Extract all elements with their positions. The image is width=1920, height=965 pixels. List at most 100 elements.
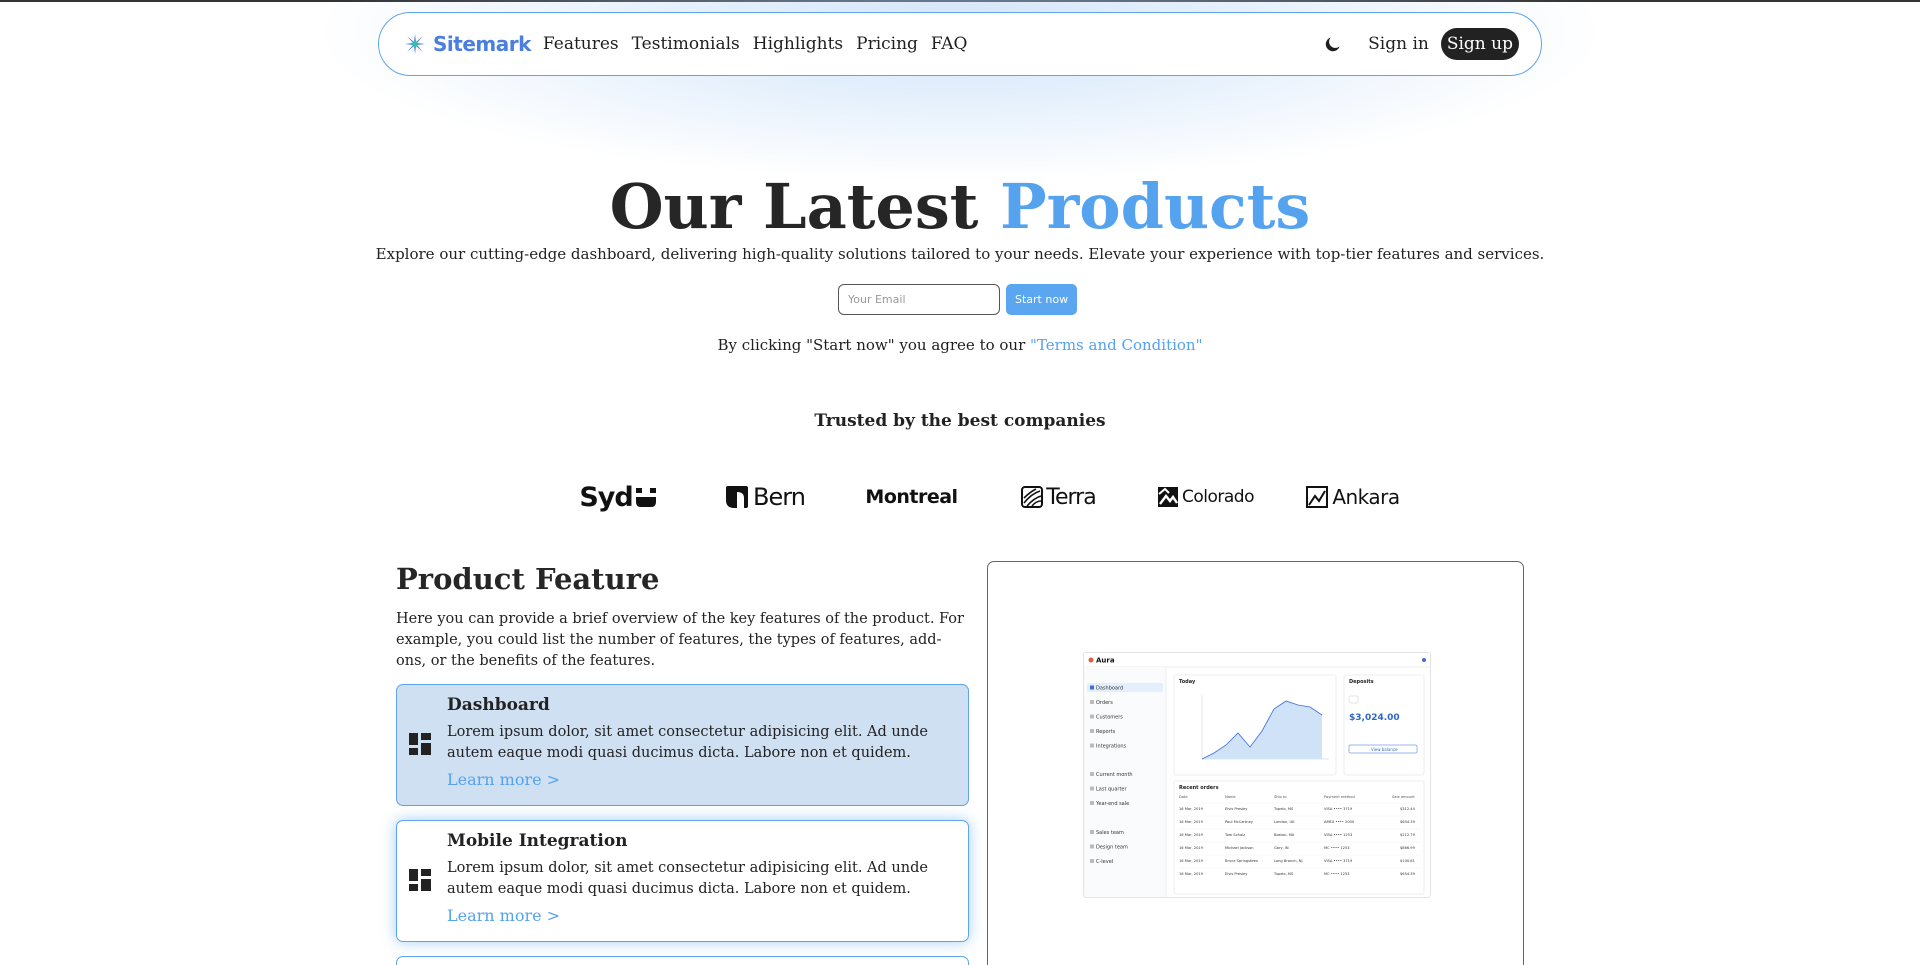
svg-text:Customers: Customers <box>1096 715 1123 721</box>
company-logo-ankara: Ankara <box>1279 480 1426 514</box>
hero-title-main: Our Latest <box>609 170 979 243</box>
feature-card-mobile-integration[interactable]: Mobile Integration Lorem ipsum dolor, si… <box>396 820 969 942</box>
svg-text:AMEX •••• 2000: AMEX •••• 2000 <box>1324 820 1355 824</box>
company-logo-colorado-text: Colorado <box>1182 487 1255 507</box>
svg-text:Elvis Presley: Elvis Presley <box>1225 872 1248 876</box>
feature-card-next[interactable] <box>396 956 969 965</box>
svg-text:$654.39: $654.39 <box>1400 820 1416 824</box>
brand-logo[interactable]: Sitemark <box>403 32 531 56</box>
svg-text:$100.81: $100.81 <box>1400 859 1415 863</box>
svg-text:Design team: Design team <box>1096 845 1128 851</box>
terms-link[interactable]: "Terms and Condition" <box>1030 336 1202 354</box>
svg-text:Paul McCartney: Paul McCartney <box>1225 820 1254 824</box>
feature-card-title: Mobile Integration <box>447 831 628 851</box>
company-logo-colorado: Colorado <box>1132 480 1279 514</box>
svg-text:Gary, IN: Gary, IN <box>1274 846 1289 850</box>
svg-text:View balance: View balance <box>1371 747 1398 752</box>
product-feature-title: Product Feature <box>396 562 660 596</box>
sign-up-button[interactable]: Sign up <box>1440 28 1519 60</box>
svg-text:Elvis Presley: Elvis Presley <box>1225 807 1248 811</box>
syd-mark-icon <box>635 488 656 507</box>
email-signup-form: Start now <box>838 284 1078 315</box>
product-feature-description: Here you can provide a brief overview of… <box>396 611 964 669</box>
svg-text:16 Mar, 2019: 16 Mar, 2019 <box>1179 872 1204 876</box>
brand-name: Sitemark <box>433 32 531 56</box>
terra-mark-icon <box>1021 486 1044 508</box>
bern-mark-icon <box>726 486 749 508</box>
company-logo-bern: Bern <box>691 480 838 514</box>
svg-text:Dashboard: Dashboard <box>1096 686 1123 692</box>
svg-text:Orders: Orders <box>1096 700 1113 706</box>
svg-text:Bruce Springsteen: Bruce Springsteen <box>1225 859 1258 863</box>
svg-text:Last quarter: Last quarter <box>1096 787 1128 793</box>
dashboard-icon <box>409 869 431 895</box>
feature-preview-panel: Aura Dashboard Orders Customers Reports … <box>987 561 1524 965</box>
svg-text:Recent orders: Recent orders <box>1179 785 1219 791</box>
start-now-button[interactable]: Start now <box>1006 284 1078 315</box>
hero-subtitle: Explore our cutting-edge dashboard, deli… <box>375 245 1545 263</box>
dashboard-icon <box>409 733 431 759</box>
dashboard-preview-drawing: Aura Dashboard Orders Customers Reports … <box>1084 653 1430 897</box>
svg-text:Sale amount: Sale amount <box>1392 795 1415 799</box>
svg-text:MC •••• 1253: MC •••• 1253 <box>1324 872 1350 876</box>
svg-text:VISA •••• 3719: VISA •••• 3719 <box>1324 807 1353 811</box>
svg-text:Michael Jackson: Michael Jackson <box>1225 846 1254 850</box>
svg-text:$3,024.00: $3,024.00 <box>1349 713 1400 723</box>
top-nav: Sitemark Features Testimonials Highlight… <box>378 12 1542 76</box>
preview-app-name: Aura <box>1096 657 1115 665</box>
feature-card-text: Lorem ipsum dolor, sit amet consectetur … <box>447 860 928 897</box>
svg-text:Ship to: Ship to <box>1274 795 1287 799</box>
dark-mode-toggle-icon[interactable] <box>1323 34 1343 54</box>
svg-text:Integrations: Integrations <box>1096 744 1127 750</box>
nav-link-highlights[interactable]: Highlights <box>753 34 843 54</box>
svg-text:Tupelo, MS: Tupelo, MS <box>1273 807 1294 811</box>
hero-title-accent: Products <box>999 170 1311 243</box>
svg-text:Boston, MA: Boston, MA <box>1274 833 1295 837</box>
nav-link-testimonials[interactable]: Testimonials <box>632 34 740 54</box>
terms-prefix: By clicking "Start now" you agree to our <box>717 336 1026 354</box>
learn-more-link[interactable]: Learn more > <box>447 770 560 789</box>
company-logo-bern-text: Bern <box>753 483 806 511</box>
svg-text:16 Mar, 2019: 16 Mar, 2019 <box>1179 859 1204 863</box>
company-logo-ankara-text: Ankara <box>1332 485 1400 509</box>
email-input[interactable] <box>838 284 1000 315</box>
svg-text:$654.39: $654.39 <box>1400 872 1416 876</box>
feature-card-dashboard[interactable]: Dashboard Lorem ipsum dolor, sit amet co… <box>396 684 969 806</box>
svg-text:$866.99: $866.99 <box>1400 846 1416 850</box>
svg-text:Deposits: Deposits <box>1349 679 1374 685</box>
learn-more-link[interactable]: Learn more > <box>447 906 560 925</box>
nav-link-features[interactable]: Features <box>543 34 619 54</box>
svg-text:Long Branch, NJ: Long Branch, NJ <box>1274 859 1303 863</box>
feature-card-title: Dashboard <box>447 695 550 715</box>
svg-text:$312.44: $312.44 <box>1400 807 1416 811</box>
company-logo-montreal-text: Montreal <box>865 486 958 508</box>
dashboard-preview-image: Aura Dashboard Orders Customers Reports … <box>1083 652 1431 898</box>
sign-in-button[interactable]: Sign in <box>1368 34 1429 54</box>
svg-text:Year-end sale: Year-end sale <box>1095 801 1129 807</box>
nav-link-faq[interactable]: FAQ <box>931 34 968 54</box>
svg-text:16 Mar, 2019: 16 Mar, 2019 <box>1179 807 1204 811</box>
company-logo-syd: Syd <box>544 480 691 514</box>
svg-text:London, UK: London, UK <box>1274 820 1295 824</box>
svg-text:Current month: Current month <box>1096 772 1133 778</box>
svg-text:Name: Name <box>1225 795 1236 799</box>
svg-text:VISA •••• 3719: VISA •••• 3719 <box>1324 859 1353 863</box>
colorado-mark-icon <box>1158 487 1178 507</box>
svg-text:C-level: C-level <box>1096 859 1113 865</box>
company-logo-syd-text: Syd <box>579 481 633 513</box>
company-logo-terra: Terra <box>985 480 1132 514</box>
svg-text:Today: Today <box>1179 679 1196 685</box>
company-logos: Syd Bern Montreal Terra Colorado Ankara <box>544 480 1426 514</box>
trusted-heading: Trusted by the best companies <box>814 411 1106 431</box>
svg-text:Reports: Reports <box>1096 729 1116 735</box>
ankara-mark-icon <box>1306 486 1329 508</box>
hero-title: Our Latest Products <box>0 170 1920 243</box>
svg-text:Tom Scholz: Tom Scholz <box>1224 833 1245 837</box>
svg-text:Sales team: Sales team <box>1096 830 1124 836</box>
nav-link-pricing[interactable]: Pricing <box>856 34 918 54</box>
company-logo-montreal: Montreal <box>838 480 985 514</box>
sitemark-icon <box>405 34 425 54</box>
svg-text:Tupelo, MS: Tupelo, MS <box>1273 872 1294 876</box>
svg-text:VISA •••• 1253: VISA •••• 1253 <box>1324 833 1352 837</box>
svg-text:16 Mar, 2019: 16 Mar, 2019 <box>1179 846 1204 850</box>
